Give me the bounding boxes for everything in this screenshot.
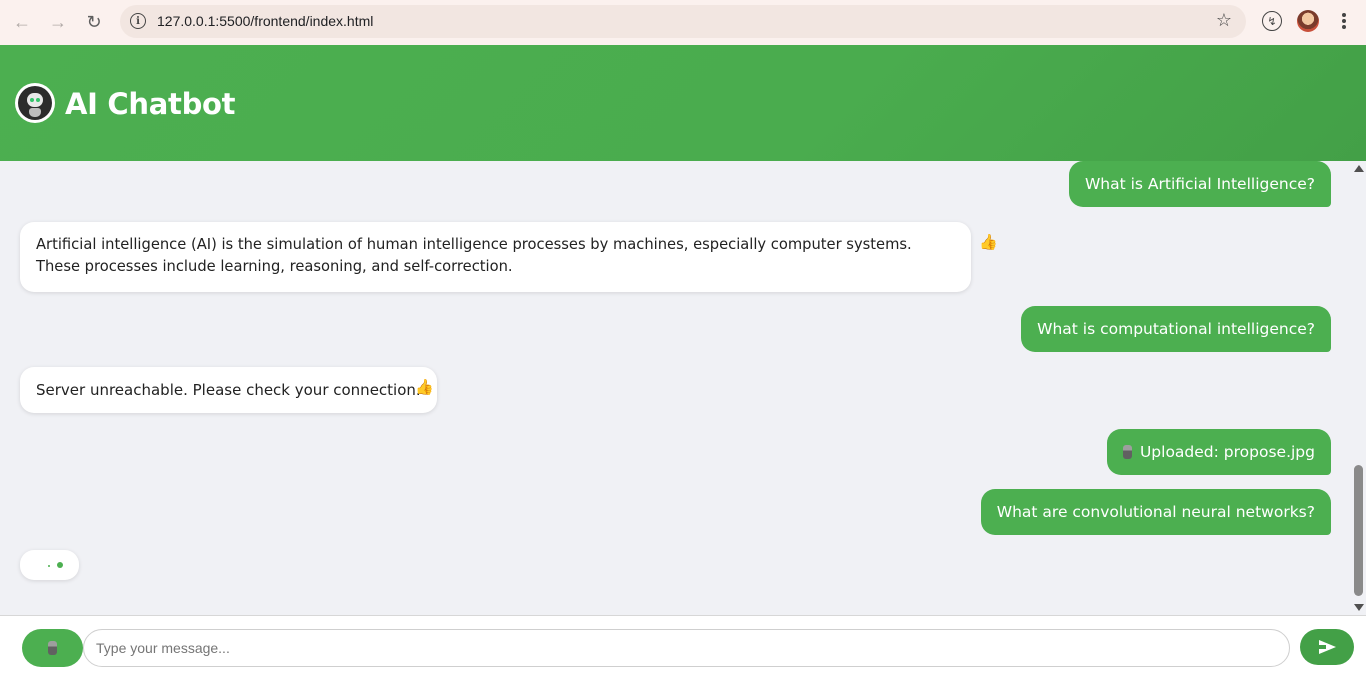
- message-input[interactable]: [83, 629, 1290, 667]
- user-message-upload: Uploaded: propose.jpg: [1106, 429, 1331, 475]
- scroll-up-arrow-icon[interactable]: [1354, 165, 1364, 172]
- user-message: What is computational intelligence?: [1021, 306, 1331, 352]
- bot-message: Artificial intelligence (AI) is the simu…: [20, 222, 971, 292]
- profile-avatar[interactable]: [1297, 10, 1319, 32]
- url-text[interactable]: 127.0.0.1:5500/frontend/index.html: [157, 13, 373, 29]
- extension-icon[interactable]: ↯: [1262, 11, 1282, 31]
- forward-icon[interactable]: →: [40, 4, 76, 40]
- upload-icon: [48, 641, 57, 655]
- upload-icon: [1122, 445, 1132, 459]
- thumbs-up-icon[interactable]: 👍: [979, 233, 998, 251]
- typing-dot: [57, 562, 63, 568]
- user-message: What is Artificial Intelligence?: [1068, 161, 1331, 207]
- typing-indicator: [20, 550, 79, 580]
- page-title: AI Chatbot: [65, 87, 236, 121]
- browser-toolbar: ← → ↻ i 127.0.0.1:5500/frontend/index.ht…: [0, 0, 1366, 45]
- user-message: What are convolutional neural networks?: [980, 489, 1331, 535]
- robot-icon: [15, 83, 55, 123]
- app-header: AI Chatbot: [0, 45, 1366, 161]
- bot-message: Server unreachable. Please check your co…: [20, 367, 437, 413]
- back-icon[interactable]: ←: [4, 4, 40, 40]
- typing-dot: [48, 565, 50, 567]
- chat-messages[interactable]: What is Artificial Intelligence? Artific…: [0, 161, 1366, 615]
- chat-scrollbar[interactable]: [1351, 161, 1366, 615]
- thumbs-up-icon[interactable]: 👍: [415, 378, 434, 396]
- scroll-down-arrow-icon[interactable]: [1354, 604, 1364, 611]
- reload-icon[interactable]: ↻: [76, 4, 112, 40]
- site-info-icon[interactable]: i: [130, 13, 146, 29]
- menu-icon[interactable]: [1336, 8, 1352, 34]
- send-icon: [1318, 640, 1336, 654]
- address-bar[interactable]: i 127.0.0.1:5500/frontend/index.html ☆: [120, 5, 1246, 38]
- input-bar: [0, 615, 1366, 673]
- scrollbar-thumb[interactable]: [1354, 465, 1363, 596]
- bookmark-star-icon[interactable]: ☆: [1216, 10, 1232, 31]
- send-button[interactable]: [1300, 629, 1354, 665]
- upload-button[interactable]: [22, 629, 83, 667]
- upload-message-text: Uploaded: propose.jpg: [1139, 443, 1315, 461]
